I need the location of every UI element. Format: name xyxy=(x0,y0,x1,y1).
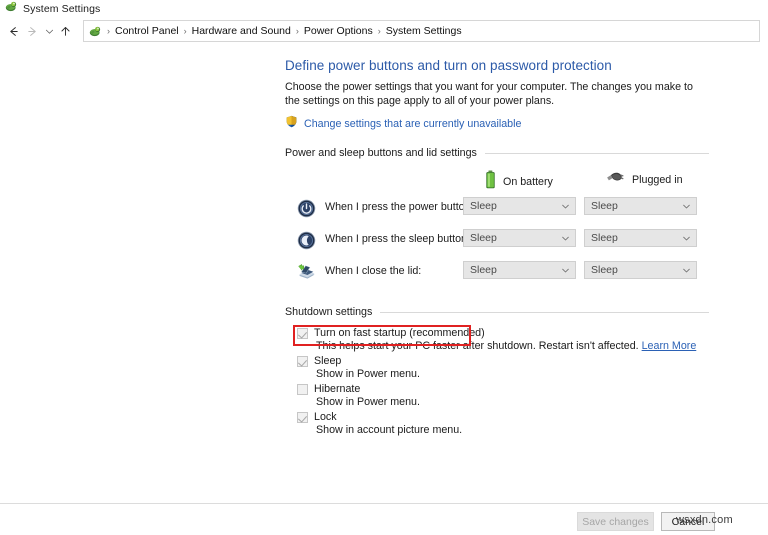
checkbox-sub-fast-startup: This helps start your PC faster after sh… xyxy=(316,340,709,352)
checkbox-sub-sleep: Show in Power menu. xyxy=(316,368,709,380)
dropdown-close-lid-on-battery[interactable]: Sleep xyxy=(463,261,576,279)
checkbox-sleep[interactable] xyxy=(297,356,308,367)
shutdown-section-heading: Shutdown settings xyxy=(285,306,709,318)
setting-row-power-button: When I press the power button: Sleep Sle… xyxy=(285,196,709,228)
dropdown-close-lid-plugged-in[interactable]: Sleep xyxy=(584,261,697,279)
dropdown-sleep-button-plugged-in[interactable]: Sleep xyxy=(584,229,697,247)
uac-shield-icon xyxy=(285,115,298,133)
dropdown-value: Sleep xyxy=(591,232,678,244)
breadcrumb-item-system-settings[interactable]: System Settings xyxy=(383,25,465,37)
checkbox-row-sleep[interactable]: Sleep xyxy=(285,355,709,367)
dropdown-value: Sleep xyxy=(470,200,557,212)
page-title: Define power buttons and turn on passwor… xyxy=(285,58,709,73)
checkbox-fast-startup[interactable] xyxy=(297,328,308,339)
address-bar[interactable]: › Control Panel › Hardware and Sound › P… xyxy=(83,20,760,42)
back-arrow-icon[interactable] xyxy=(4,20,23,42)
checkbox-sub-lock: Show in account picture menu. xyxy=(316,424,709,436)
chevron-down-icon xyxy=(557,230,573,246)
shutdown-section-heading-text: Shutdown settings xyxy=(285,306,372,318)
checkbox-hibernate[interactable] xyxy=(297,384,308,395)
power-button-icon xyxy=(296,198,316,218)
chevron-down-icon[interactable] xyxy=(42,20,56,42)
content-area: Define power buttons and turn on passwor… xyxy=(0,44,768,503)
column-header-on-battery-label: On battery xyxy=(503,176,553,188)
save-changes-button[interactable]: Save changes xyxy=(577,512,654,531)
power-section-heading: Power and sleep buttons and lid settings xyxy=(285,147,709,159)
breadcrumb-item-hardware-and-sound[interactable]: Hardware and Sound xyxy=(189,25,294,37)
power-section-heading-text: Power and sleep buttons and lid settings xyxy=(285,147,477,159)
breadcrumb-separator: › xyxy=(376,26,383,36)
navigation-bar: › Control Panel › Hardware and Sound › P… xyxy=(0,18,768,44)
up-arrow-icon[interactable] xyxy=(56,20,75,42)
forward-arrow-icon xyxy=(23,20,42,42)
setting-row-sleep-button: When I press the sleep button: Sleep Sle… xyxy=(285,228,709,260)
dropdown-sleep-button-on-battery[interactable]: Sleep xyxy=(463,229,576,247)
shutdown-options-list: Turn on fast startup (recommended) This … xyxy=(285,327,709,436)
chevron-down-icon xyxy=(557,262,573,278)
checkbox-row-fast-startup[interactable]: Turn on fast startup (recommended) xyxy=(285,327,709,339)
power-plug-icon xyxy=(605,170,625,189)
checkbox-label-lock: Lock xyxy=(314,411,337,423)
checkbox-label-fast-startup: Turn on fast startup (recommended) xyxy=(314,327,485,339)
learn-more-link[interactable]: Learn More xyxy=(642,340,697,352)
column-header-plugged-in: Plugged in xyxy=(605,170,683,189)
checkbox-row-hibernate[interactable]: Hibernate xyxy=(285,383,709,395)
breadcrumb-item-control-panel[interactable]: Control Panel xyxy=(112,25,182,37)
battery-icon xyxy=(485,170,496,194)
section-divider xyxy=(380,312,709,313)
chevron-down-icon xyxy=(678,262,694,278)
checkbox-sub-text-fast-startup: This helps start your PC faster after sh… xyxy=(316,340,639,352)
chevron-down-icon xyxy=(557,198,573,214)
footer-bar: Save changes Cancel xyxy=(0,504,768,535)
column-header-plugged-in-label: Plugged in xyxy=(632,174,683,186)
address-bar-icon xyxy=(89,25,102,38)
breadcrumb-separator: › xyxy=(294,26,301,36)
column-header-on-battery: On battery xyxy=(485,170,553,194)
settings-panel: Define power buttons and turn on passwor… xyxy=(285,58,709,436)
system-settings-window: System Settings xyxy=(0,0,768,535)
change-settings-link-row[interactable]: Change settings that are currently unava… xyxy=(285,115,709,133)
breadcrumb-separator: › xyxy=(182,26,189,36)
checkbox-row-lock[interactable]: Lock xyxy=(285,411,709,423)
breadcrumb-separator: › xyxy=(105,26,112,36)
dropdown-value: Sleep xyxy=(470,264,557,276)
change-settings-link[interactable]: Change settings that are currently unava… xyxy=(304,118,521,130)
setting-row-close-lid: When I close the lid: Sleep Sleep xyxy=(285,260,709,292)
chevron-down-icon xyxy=(678,198,694,214)
laptop-lid-icon xyxy=(296,262,316,282)
setting-label-close-lid: When I close the lid: xyxy=(325,265,421,277)
checkbox-label-hibernate: Hibernate xyxy=(314,383,360,395)
shutdown-settings-section: Shutdown settings Turn on fast startup (… xyxy=(285,306,709,436)
window-title: System Settings xyxy=(23,3,100,15)
dropdown-power-button-on-battery[interactable]: Sleep xyxy=(463,197,576,215)
checkbox-label-sleep: Sleep xyxy=(314,355,341,367)
checkbox-sub-hibernate: Show in Power menu. xyxy=(316,396,709,408)
dropdown-value: Sleep xyxy=(591,200,678,212)
column-headers: On battery Plugged in xyxy=(285,168,709,192)
watermark: wsxdn.com xyxy=(676,514,733,526)
dropdown-value: Sleep xyxy=(470,232,557,244)
dropdown-power-button-plugged-in[interactable]: Sleep xyxy=(584,197,697,215)
checkbox-lock[interactable] xyxy=(297,412,308,423)
title-bar: System Settings xyxy=(0,0,768,18)
setting-label-sleep-button: When I press the sleep button: xyxy=(325,233,470,245)
breadcrumb-item-power-options[interactable]: Power Options xyxy=(301,25,376,37)
setting-label-power-button: When I press the power button: xyxy=(325,201,474,213)
dropdown-value: Sleep xyxy=(591,264,678,276)
section-divider xyxy=(485,153,709,154)
chevron-down-icon xyxy=(678,230,694,246)
sleep-moon-icon xyxy=(296,230,316,250)
system-settings-icon xyxy=(5,0,18,18)
page-description: Choose the power settings that you want … xyxy=(285,81,703,108)
